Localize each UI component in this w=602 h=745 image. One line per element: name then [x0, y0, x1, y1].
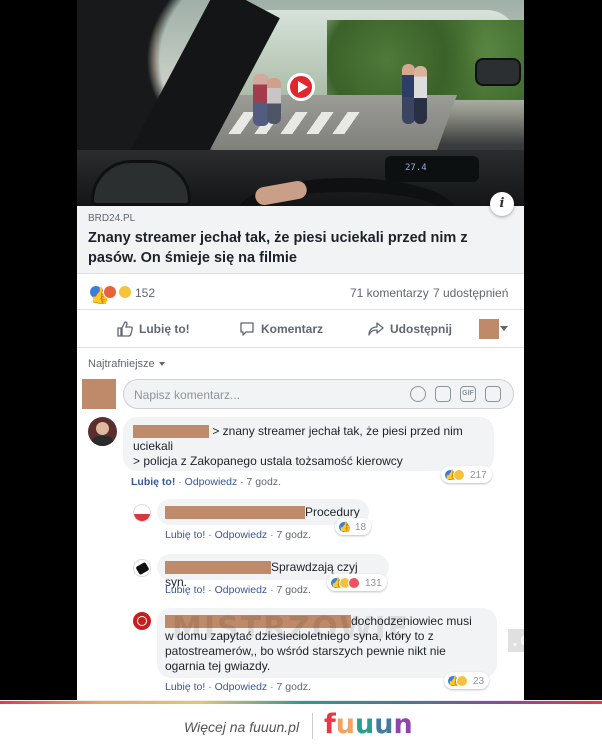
- redacted-name: [165, 615, 351, 628]
- divider: [312, 713, 313, 739]
- avatar[interactable]: [133, 612, 151, 630]
- reaction-count: 131: [365, 577, 382, 589]
- chevron-down-icon: [158, 362, 165, 367]
- comment-button-label: Komentarz: [261, 322, 324, 336]
- share-arrow-icon: [368, 322, 384, 336]
- redacted-name: [165, 506, 305, 519]
- comment-meta: Lubię to! · Odpowiedz · 7 godz.: [131, 476, 281, 488]
- comment-text: ogarnia tej gwiazdy.: [165, 659, 271, 673]
- comment-button[interactable]: Komentarz: [239, 321, 323, 337]
- comment-reply-link[interactable]: Odpowiedz: [215, 529, 268, 541]
- reaction-count[interactable]: 152: [135, 286, 155, 300]
- reaction-icons[interactable]: [89, 285, 132, 299]
- comment-text: > policja z Zakopanego ustala tożsamość …: [133, 454, 403, 468]
- link-preview[interactable]: BRD24.PL Znany streamer jechał tak, że p…: [77, 206, 524, 274]
- haha-reaction-icon: [117, 285, 132, 299]
- comment-text: Procedury: [305, 505, 360, 519]
- post-actions: Lubię to! Komentarz Udostępnij: [77, 310, 524, 348]
- play-icon[interactable]: [287, 73, 315, 101]
- like-button-label: Lubię to!: [139, 322, 190, 336]
- reaction-count: 18: [355, 521, 367, 533]
- avatar[interactable]: [82, 379, 116, 409]
- watermark-suffix: .ORG: [508, 629, 524, 652]
- comment-text: > znany streamer jechał tak, że piesi pr…: [212, 424, 463, 438]
- comment-reply-link[interactable]: Odpowiedz: [215, 584, 268, 596]
- comment-time[interactable]: 7 godz.: [247, 476, 281, 488]
- comment-reactions[interactable]: 217: [441, 466, 492, 483]
- footer-text[interactable]: Więcej na fuuun.pl: [184, 719, 299, 735]
- angry-reaction-icon: [103, 285, 118, 299]
- comment-like-link[interactable]: Lubię to!: [165, 529, 205, 541]
- reaction-count: 23: [473, 675, 485, 687]
- comments-count[interactable]: 71 komentarzy: [350, 286, 429, 300]
- comment-like-link[interactable]: Lubię to!: [131, 476, 175, 488]
- camera-icon[interactable]: [435, 386, 451, 402]
- comment-text: w domu zapytać dziesiecioletniego syna, …: [165, 629, 434, 643]
- comment-time[interactable]: 7 godz.: [277, 681, 311, 693]
- link-headline[interactable]: Znany streamer jechał tak, że piesi ucie…: [88, 228, 508, 268]
- comment-composer[interactable]: GIF: [123, 379, 514, 409]
- site-footer: Więcej na fuuun.pl fuuun: [0, 700, 602, 745]
- avatar[interactable]: [133, 504, 151, 522]
- comment-like-link[interactable]: Lubię to!: [165, 584, 205, 596]
- emoji-icon[interactable]: [410, 386, 426, 402]
- comment-text: dochodzeniowiec musi: [351, 614, 472, 628]
- speech-bubble-icon: [240, 322, 254, 336]
- comment-reply-link[interactable]: Odpowiedz: [185, 476, 238, 488]
- sticker-icon[interactable]: [485, 386, 501, 402]
- avatar[interactable]: [133, 559, 151, 577]
- like-reaction-icon: [89, 285, 103, 299]
- info-icon[interactable]: i: [490, 192, 514, 216]
- haha-reaction-icon: [456, 675, 468, 687]
- rearview-mirror: [475, 58, 521, 86]
- fuuun-logo[interactable]: fuuun: [324, 709, 413, 740]
- like-button[interactable]: Lubię to!: [117, 321, 190, 337]
- comment-meta: Lubię to! · Odpowiedz · 7 godz.: [165, 681, 311, 693]
- gif-icon[interactable]: GIF: [460, 386, 476, 402]
- comment-reactions[interactable]: 23: [444, 672, 490, 689]
- like-reaction-icon: [338, 521, 350, 533]
- comment-time[interactable]: 7 godz.: [277, 529, 311, 541]
- comment-like-link[interactable]: Lubię to!: [165, 681, 205, 693]
- redacted-name: [133, 425, 209, 438]
- comment-sort-dropdown[interactable]: Najtrafniejsze: [88, 358, 165, 370]
- page-avatar-redacted[interactable]: [479, 319, 499, 339]
- comment-text: patostreamerów,, bo wśród starszych pewn…: [165, 644, 446, 658]
- composer-icons: GIF: [410, 386, 501, 402]
- comment-text: uciekali: [133, 439, 174, 453]
- chevron-down-icon[interactable]: [500, 326, 508, 331]
- share-button-label: Udostępnij: [390, 322, 452, 336]
- rainbow-divider: [0, 701, 602, 704]
- shares-count[interactable]: 7 udostępnień: [433, 286, 508, 300]
- reaction-count: 217: [470, 469, 487, 481]
- avatar[interactable]: [88, 417, 117, 446]
- link-source: BRD24.PL: [88, 213, 136, 224]
- facebook-post: 27.4 i BRD24.PL Znany streamer jechał ta…: [77, 0, 524, 700]
- comment-bubble: > znany streamer jechał tak, że piesi pr…: [123, 417, 494, 471]
- comment-reactions[interactable]: 18: [335, 518, 372, 535]
- screenshot-root: 27.4 i BRD24.PL Znany streamer jechał ta…: [0, 0, 602, 745]
- love-reaction-icon: [348, 577, 360, 589]
- comment-reply-link[interactable]: Odpowiedz: [215, 681, 268, 693]
- video-thumbnail[interactable]: 27.4: [77, 0, 524, 206]
- comment-reactions[interactable]: 131: [327, 574, 387, 591]
- thumbs-up-icon: [117, 321, 133, 337]
- comment-time[interactable]: 7 godz.: [277, 584, 311, 596]
- comment-input[interactable]: [134, 386, 394, 403]
- share-button[interactable]: Udostępnij: [368, 321, 452, 337]
- redacted-name: [165, 561, 271, 574]
- haha-reaction-icon: [453, 469, 465, 481]
- comment-meta: Lubię to! · Odpowiedz · 7 godz.: [165, 584, 311, 596]
- dashboard-display: 27.4: [385, 156, 479, 182]
- comment-meta: Lubię to! · Odpowiedz · 7 godz.: [165, 529, 311, 541]
- sort-label: Najtrafniejsze: [88, 358, 155, 370]
- comment-bubble: dochodzeniowiec musi w domu zapytać dzie…: [157, 608, 497, 678]
- post-stats: 152 71 komentarzy 7 udostępnień: [77, 274, 524, 310]
